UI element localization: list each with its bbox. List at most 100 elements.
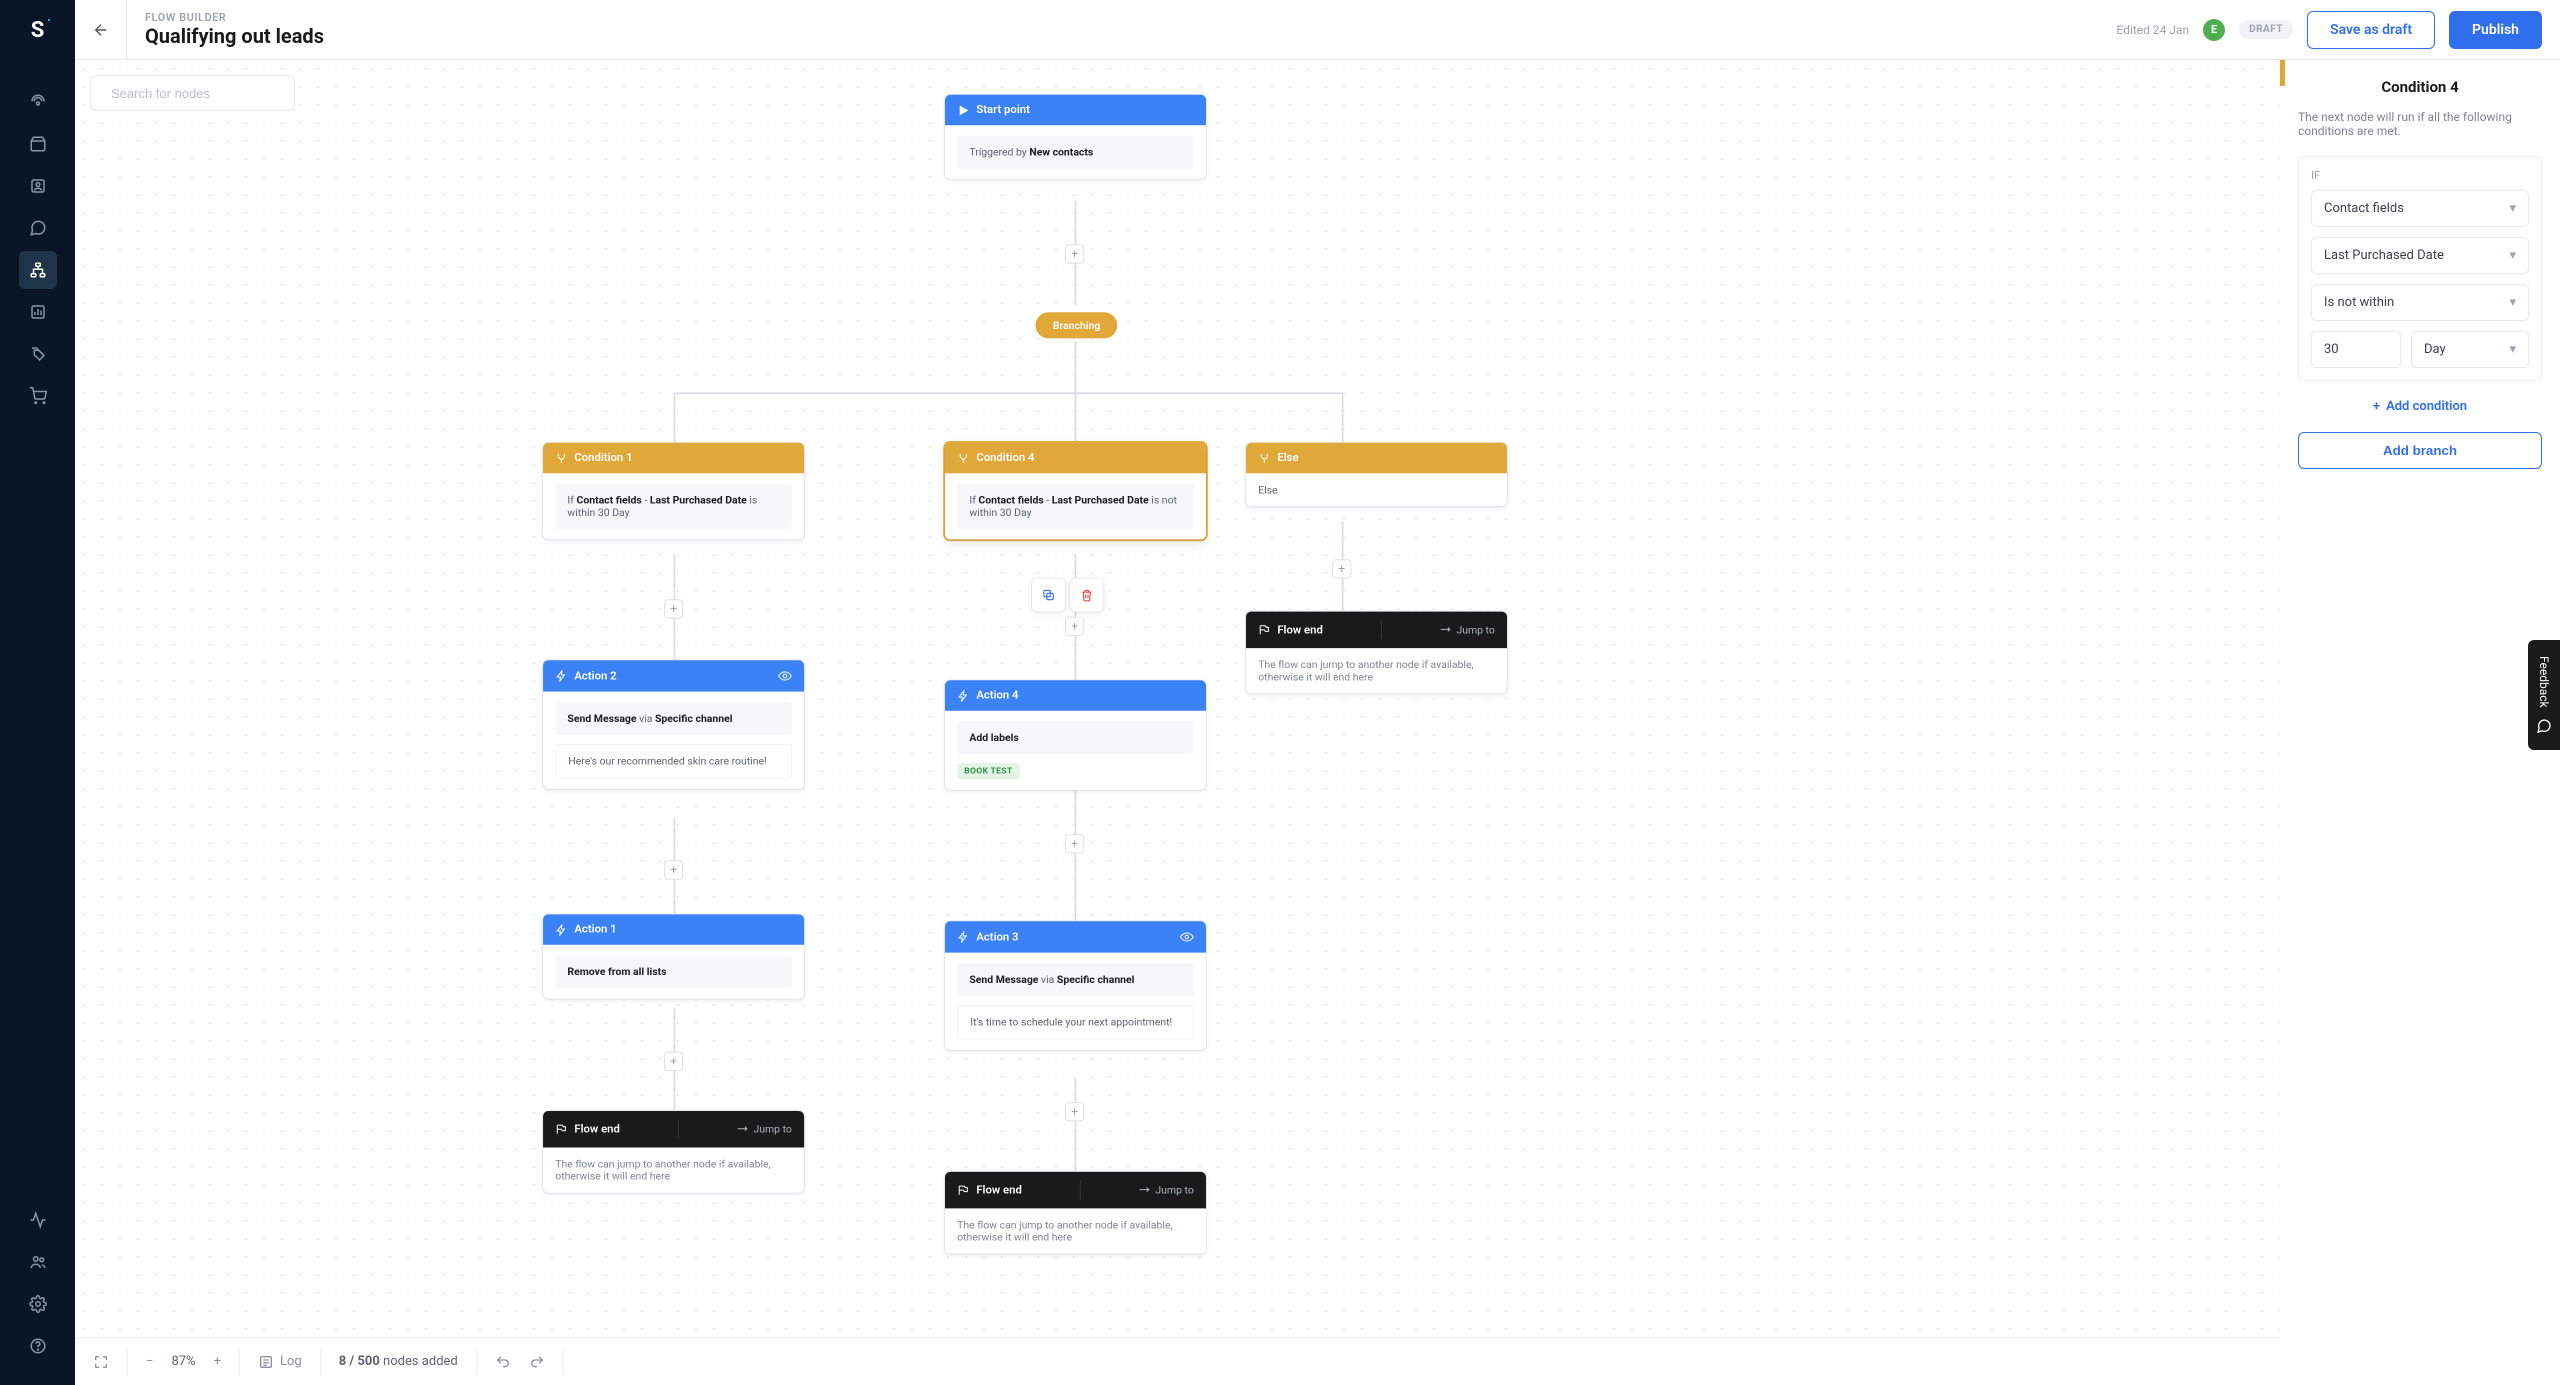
zoom-out-button[interactable]: −: [146, 1354, 153, 1369]
flowend-title: Flow end: [1277, 623, 1322, 636]
else-body: Else: [1258, 484, 1495, 496]
nav-settings-icon[interactable]: [19, 1285, 57, 1323]
add-node-button[interactable]: +: [664, 860, 683, 879]
via-text: via: [639, 713, 655, 725]
breadcrumb: FLOW BUILDER: [145, 11, 324, 24]
add-node-button[interactable]: +: [1065, 617, 1084, 636]
add-condition-button[interactable]: +Add condition: [2298, 399, 2542, 414]
channel-bold: Specific channel: [1057, 974, 1135, 986]
dash-text: -: [642, 494, 650, 506]
panel-accent: [2280, 60, 2285, 86]
cond-bold2: Last Purchased Date: [650, 494, 747, 506]
fullscreen-button[interactable]: [93, 1354, 109, 1370]
app-logo[interactable]: S•: [31, 18, 45, 43]
plus-icon: +: [2373, 399, 2380, 414]
action-preview: It's time to schedule your next appointm…: [957, 1005, 1194, 1040]
condition-1-node[interactable]: Condition 1 If Contact fields - Last Pur…: [543, 443, 804, 540]
flow-end-center[interactable]: Flow end Jump to The flow can jump to an…: [945, 1172, 1206, 1254]
chevron-down-icon: ▾: [2509, 342, 2516, 357]
nav-chat-icon[interactable]: [19, 209, 57, 247]
flow-end-else[interactable]: Flow end Jump to The flow can jump to an…: [1246, 612, 1507, 694]
nav-inbox-icon[interactable]: [19, 125, 57, 163]
nav-tags-icon[interactable]: [19, 335, 57, 373]
branch-icon: [555, 452, 567, 464]
jump-to-button[interactable]: Jump to: [736, 1123, 792, 1135]
back-button[interactable]: [75, 0, 127, 60]
flag-icon: [555, 1123, 567, 1135]
add-node-button[interactable]: +: [1065, 244, 1084, 263]
zoom-level: 87%: [171, 1354, 195, 1369]
nav-activity-icon[interactable]: [19, 1201, 57, 1239]
nav-users-icon[interactable]: [19, 1243, 57, 1281]
eye-icon[interactable]: [1180, 930, 1194, 944]
action-3-node[interactable]: Action 3 Send Message via Specific chann…: [945, 921, 1206, 1050]
nav-reports-icon[interactable]: [19, 293, 57, 331]
action-1-node[interactable]: Action 1 Remove from all lists: [543, 914, 804, 998]
nav-cart-icon[interactable]: [19, 377, 57, 415]
node-title: Condition 4: [976, 452, 1034, 465]
select-value: Last Purchased Date: [2324, 248, 2444, 263]
avatar[interactable]: E: [2203, 19, 2225, 41]
node-search[interactable]: [90, 75, 295, 111]
jump-to-button[interactable]: Jump to: [1439, 624, 1495, 636]
eye-icon[interactable]: [778, 669, 792, 683]
panel-title: Condition 4: [2298, 78, 2542, 96]
jump-label: Jump to: [1155, 1184, 1193, 1196]
node-title: Start point: [976, 104, 1030, 117]
add-node-button[interactable]: +: [1065, 1102, 1084, 1121]
action-summary: Send Message via Specific channel: [957, 963, 1194, 996]
bolt-icon: [555, 923, 567, 935]
branching-pill[interactable]: Branching: [1035, 312, 1117, 338]
value-input[interactable]: 30: [2311, 331, 2401, 368]
properties-panel: Condition 4 The next node will run if al…: [2280, 60, 2560, 1385]
save-draft-button[interactable]: Save as draft: [2307, 11, 2435, 49]
node-toolbar: [1032, 579, 1103, 612]
start-node[interactable]: Start point Triggered by New contacts: [945, 95, 1206, 179]
flow-end-left[interactable]: Flow end Jump to The flow can jump to an…: [543, 1111, 804, 1193]
node-title: Action 4: [976, 689, 1018, 702]
search-input[interactable]: [111, 86, 287, 101]
select-value: Is not within: [2324, 295, 2394, 310]
log-button[interactable]: Log: [258, 1354, 302, 1370]
redo-button[interactable]: [529, 1354, 545, 1370]
publish-button[interactable]: Publish: [2449, 11, 2542, 49]
branch-icon: [957, 452, 969, 464]
undo-button[interactable]: [495, 1354, 511, 1370]
flow-canvas[interactable]: Start point Triggered by New contacts + …: [75, 60, 2280, 1385]
condition-4-node[interactable]: Condition 4 If Contact fields - Last Pur…: [945, 443, 1206, 540]
nav-broadcast-icon[interactable]: [19, 83, 57, 121]
top-header: FLOW BUILDER Qualifying out leads Edited…: [75, 0, 2560, 60]
nav-contacts-icon[interactable]: [19, 167, 57, 205]
add-node-button[interactable]: +: [664, 599, 683, 618]
duplicate-node-button[interactable]: [1032, 579, 1065, 612]
connector-line: [674, 392, 1342, 394]
jump-to-button[interactable]: Jump to: [1138, 1184, 1194, 1196]
flowend-desc: The flow can jump to another node if ava…: [555, 1158, 792, 1182]
unit-select[interactable]: Day▾: [2411, 331, 2529, 368]
nav-flows-icon[interactable]: [19, 251, 57, 289]
feedback-tab[interactable]: Feedback: [2528, 640, 2560, 750]
connector-line: [1342, 392, 1344, 442]
delete-node-button[interactable]: [1070, 579, 1103, 612]
zoom-in-button[interactable]: +: [214, 1354, 221, 1369]
add-node-button[interactable]: +: [664, 1052, 683, 1071]
field-category-select[interactable]: Contact fields▾: [2311, 190, 2529, 227]
flowend-title: Flow end: [976, 1184, 1021, 1197]
action-4-node[interactable]: Action 4 Add labels BOOK TEST: [945, 680, 1206, 790]
else-node[interactable]: Else Else: [1246, 443, 1507, 507]
action-2-node[interactable]: Action 2 Send Message via Specific chann…: [543, 660, 804, 789]
cond-bold: Contact fields: [576, 494, 641, 506]
chat-icon: [2536, 718, 2552, 734]
add-node-button[interactable]: +: [1332, 559, 1351, 578]
jump-icon: [1439, 624, 1451, 636]
action-text: Add labels: [969, 732, 1018, 744]
add-branch-button[interactable]: Add branch: [2298, 432, 2542, 469]
operator-select[interactable]: Is not within▾: [2311, 284, 2529, 321]
bottom-toolbar: − 87% + Log 8 / 500 nodes added: [75, 1337, 2280, 1385]
nodes-count: 8 / 500: [339, 1354, 380, 1369]
add-node-button[interactable]: +: [1065, 834, 1084, 853]
label-chip: BOOK TEST: [957, 763, 1019, 780]
action-text: Remove from all lists: [567, 966, 666, 978]
nav-help-icon[interactable]: [19, 1327, 57, 1365]
field-name-select[interactable]: Last Purchased Date▾: [2311, 237, 2529, 274]
